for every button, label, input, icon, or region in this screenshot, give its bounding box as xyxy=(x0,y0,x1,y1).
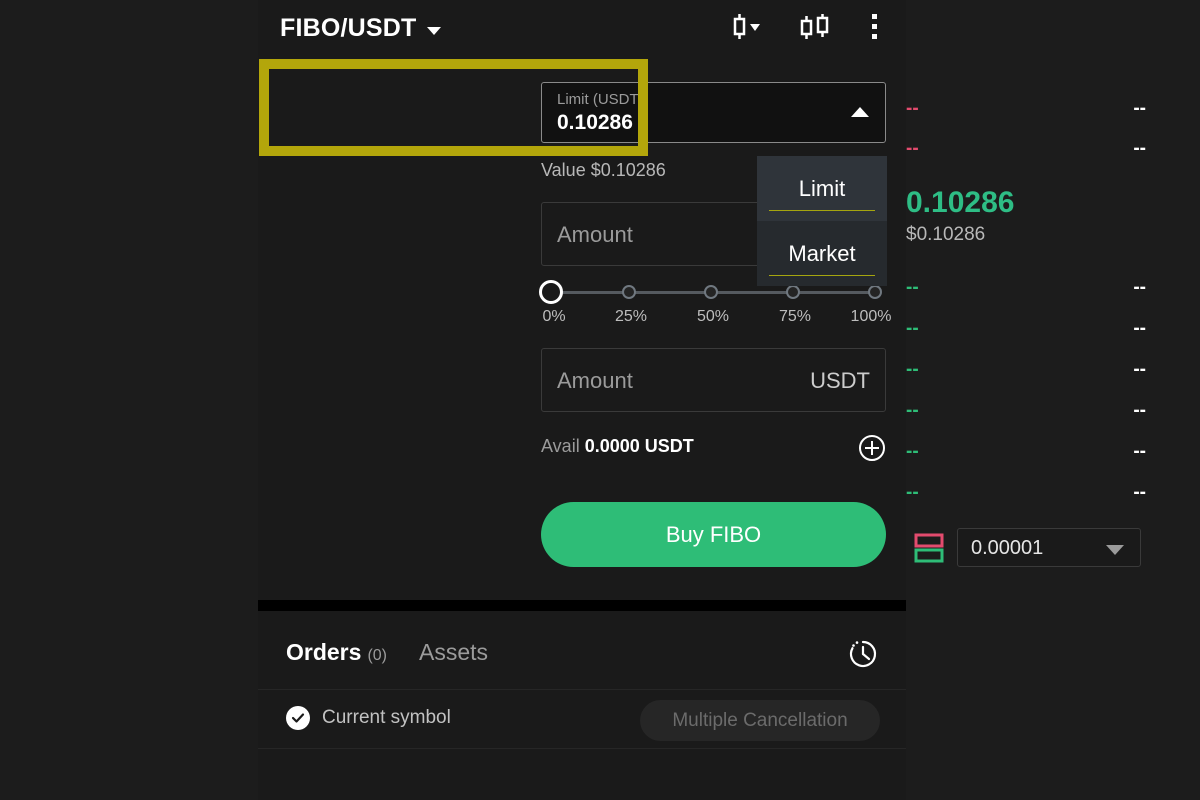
orderbook-bid-row[interactable]: -- -- xyxy=(898,441,1164,462)
orderbook-last-price-usd: $0.10286 xyxy=(906,224,986,245)
orderbook-ask-price: -- xyxy=(906,98,919,119)
orderbook-bid-amount: -- xyxy=(1133,359,1146,380)
pair-selector[interactable]: FIBO/USDT xyxy=(280,14,441,43)
orderbook-ask-amount: -- xyxy=(1133,98,1146,119)
amount-base-placeholder: Amount xyxy=(557,222,633,247)
orderbook-bid-price: -- xyxy=(906,482,919,503)
trading-panel: FIBO/USDT Limit (USDT) 0.10286 Value $0.… xyxy=(258,0,1146,800)
orderbook-bid-price: -- xyxy=(906,441,919,462)
order-value-text: Value $0.10286 xyxy=(541,160,666,180)
limit-price-value: 0.10286 xyxy=(557,111,633,134)
orderbook-bid-price: -- xyxy=(906,400,919,421)
orderbook-last-price: 0.10286 xyxy=(906,186,1015,219)
precision-value: 0.00001 xyxy=(971,537,1044,559)
orderbook-bid-row[interactable]: -- -- xyxy=(898,318,1164,339)
chevron-up-icon[interactable] xyxy=(851,107,869,117)
order-type-option-limit[interactable]: Limit xyxy=(757,156,887,221)
buy-button[interactable]: Buy FIBO xyxy=(541,502,886,567)
orderbook-bid-amount: -- xyxy=(1133,277,1146,298)
limit-price-label: Limit (USDT) xyxy=(557,91,644,108)
slider-stop-50[interactable] xyxy=(704,285,718,299)
panel-divider xyxy=(258,600,906,611)
orderbook-bid-price: -- xyxy=(906,277,919,298)
orderbook-bid-amount: -- xyxy=(1133,400,1146,421)
precision-select[interactable]: 0.00001 xyxy=(957,528,1141,567)
slider-tick-50: 50% xyxy=(696,308,730,325)
history-clock-icon[interactable] xyxy=(846,637,880,676)
orderbook-last-price-block: 0.10286 $0.10286 xyxy=(906,186,1014,246)
slider-stop-25[interactable] xyxy=(622,285,636,299)
tab-orders-count: (0) xyxy=(367,647,387,664)
plus-circle-icon[interactable] xyxy=(858,434,886,462)
orderbook-bid-row[interactable]: -- -- xyxy=(898,400,1164,421)
orderbook-bid-row[interactable]: -- -- xyxy=(898,482,1164,503)
orderbook-controls: 0.00001 xyxy=(913,528,1141,567)
multiple-cancellation-button[interactable]: Multiple Cancellation xyxy=(640,700,880,741)
orderbook-bid-price: -- xyxy=(906,359,919,380)
order-type-option-market[interactable]: Market xyxy=(757,221,887,286)
slider-tick-labels: 0% 25% 50% 75% 100% xyxy=(541,308,891,328)
order-type-dropdown: Limit Market xyxy=(757,156,887,286)
orderbook-bid-amount: -- xyxy=(1133,482,1146,503)
orderbook-ask-amount: -- xyxy=(1133,138,1146,159)
slider-handle[interactable] xyxy=(539,280,563,304)
limit-price-field[interactable]: Limit (USDT) 0.10286 xyxy=(541,82,886,143)
slider-tick-100: 100% xyxy=(850,308,892,325)
more-vertical-icon[interactable] xyxy=(870,12,880,42)
orderbook-bid-row[interactable]: -- -- xyxy=(898,359,1164,380)
orderbook-ask-row[interactable]: -- -- xyxy=(898,138,1164,159)
panel-header: FIBO/USDT xyxy=(258,0,906,62)
orderbook-bid-amount: -- xyxy=(1133,441,1146,462)
chevron-down-icon xyxy=(426,26,441,35)
orderbook-ask-row[interactable]: -- -- xyxy=(898,98,1164,119)
orderbook-depth-icon[interactable] xyxy=(913,531,945,565)
slider-stop-75[interactable] xyxy=(786,285,800,299)
available-value: 0.0000 USDT xyxy=(584,436,694,456)
tab-assets[interactable]: Assets xyxy=(419,639,488,666)
pair-name: FIBO/USDT xyxy=(280,14,417,42)
slider-stop-100[interactable] xyxy=(868,285,882,299)
slider-tick-0: 0% xyxy=(542,308,566,325)
amount-quote-input[interactable]: Amount USDT xyxy=(541,348,886,412)
tab-orders-label: Orders xyxy=(286,639,362,665)
orders-divider-bottom xyxy=(258,748,906,749)
app-root: FIBO/USDT Limit (USDT) 0.10286 Value $0.… xyxy=(0,0,1200,800)
orderbook-bid-amount: -- xyxy=(1133,318,1146,339)
slider-tick-25: 25% xyxy=(614,308,648,325)
available-label: Avail xyxy=(541,436,580,456)
header-icon-group xyxy=(728,12,880,42)
candlestick-compare-icon[interactable] xyxy=(798,12,834,42)
order-book: -- -- -- -- 0.10286 $0.10286 -- -- -- --… xyxy=(898,80,1164,580)
current-symbol-checkbox[interactable]: Current symbol xyxy=(286,706,451,730)
current-symbol-label: Current symbol xyxy=(322,707,451,728)
slider-tick-75: 75% xyxy=(778,308,812,325)
orders-section: Orders (0) Assets Current symbol Multipl… xyxy=(258,611,906,800)
tab-orders[interactable]: Orders (0) xyxy=(286,639,387,666)
check-circle-icon xyxy=(286,706,310,730)
orders-filter-row: Current symbol Multiple Cancellation xyxy=(258,690,906,748)
orders-tabs: Orders (0) Assets xyxy=(286,639,488,666)
amount-quote-placeholder: Amount xyxy=(557,368,633,393)
chevron-down-icon xyxy=(1106,545,1124,555)
amount-quote-unit: USDT xyxy=(810,368,870,393)
available-balance: Avail 0.0000 USDT xyxy=(541,436,694,457)
orderbook-ask-price: -- xyxy=(906,138,919,159)
tab-assets-label: Assets xyxy=(419,639,489,665)
candlestick-icon[interactable] xyxy=(728,12,762,42)
orderbook-bid-row[interactable]: -- -- xyxy=(898,277,1164,298)
orderbook-bid-price: -- xyxy=(906,318,919,339)
